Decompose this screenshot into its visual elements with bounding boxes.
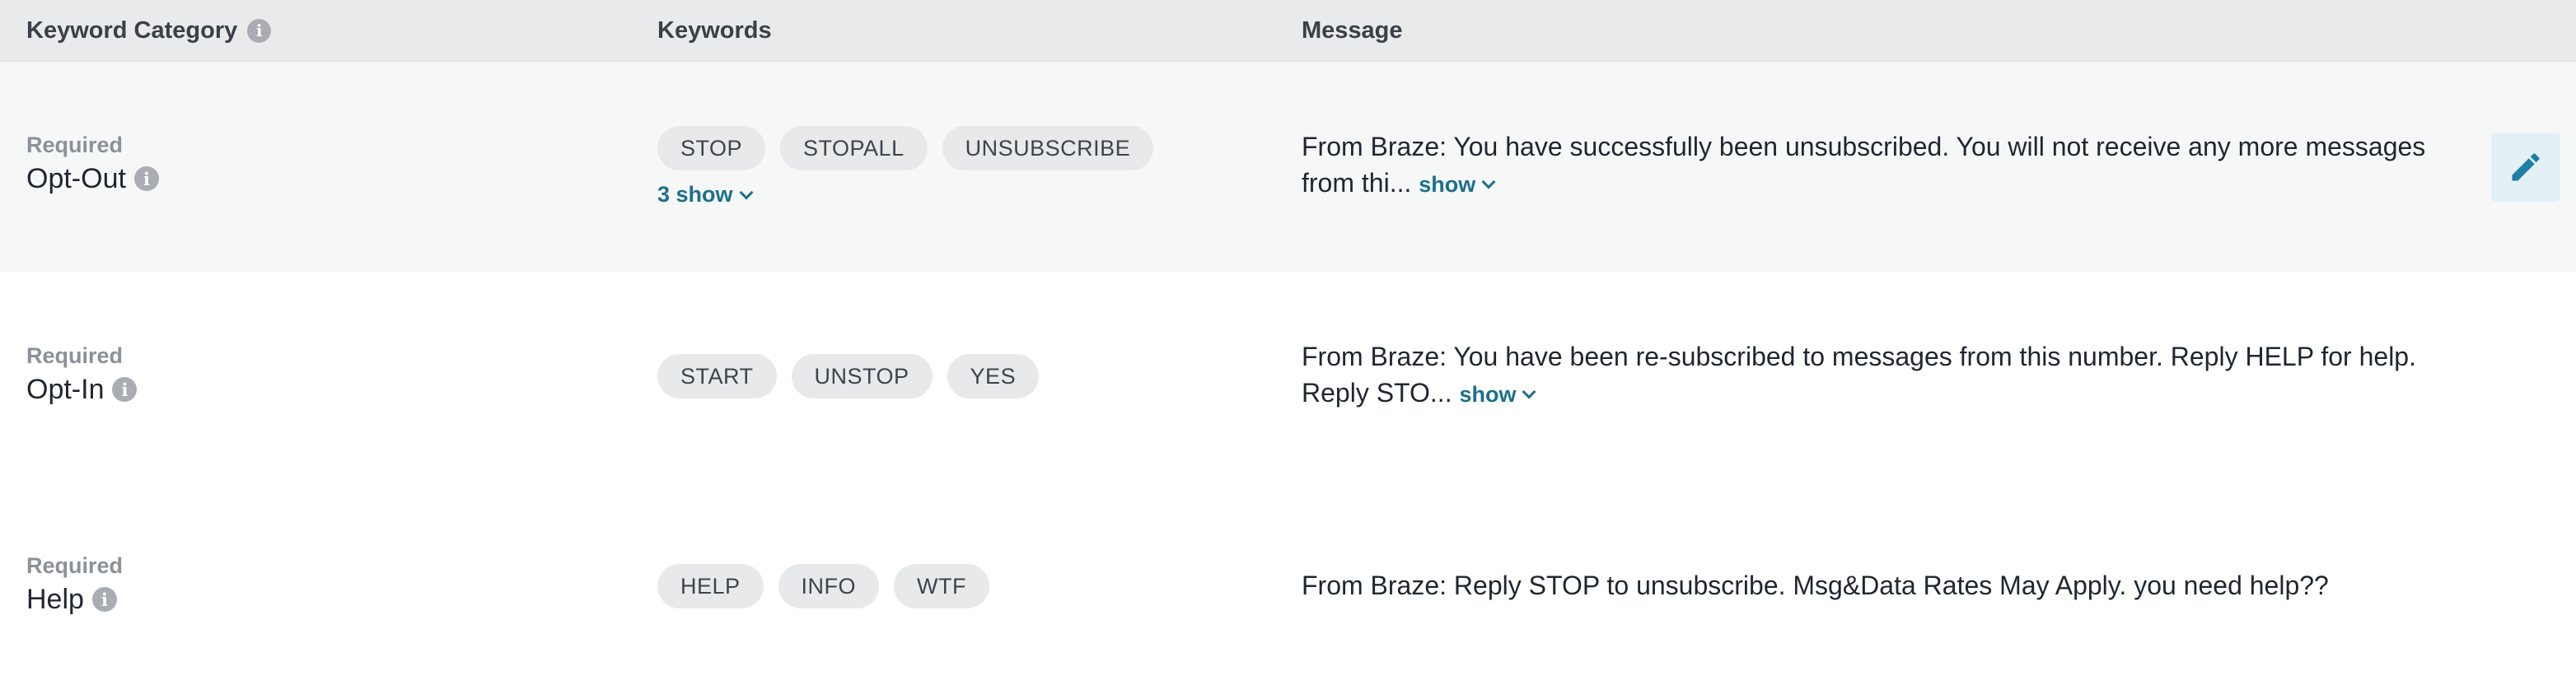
- message-cell: From Braze: You have been re-subscribed …: [1302, 338, 2455, 412]
- category-name-text: Help: [26, 584, 84, 615]
- header-message: Message: [1302, 17, 1403, 44]
- keyword-pills: START UNSTOP YES: [657, 354, 1040, 398]
- keyword-pill: YES: [947, 354, 1040, 398]
- keywords-cell: HELP INFO WTF: [657, 564, 990, 608]
- table-row-opt-out: Required Opt-Out i STOP STOPALL UNSUBSCR…: [0, 62, 2576, 272]
- keyword-pill: WTF: [894, 564, 990, 608]
- required-label: Required: [26, 133, 124, 157]
- keyword-pill: HELP: [657, 564, 764, 608]
- table-row-help: Required Help i HELP INFO WTF From Braze…: [0, 482, 2576, 692]
- keyword-pill: STOPALL: [780, 126, 928, 170]
- header-keyword-category-label: Keyword Category: [26, 17, 238, 44]
- message-show-more-link[interactable]: show: [1419, 166, 1496, 203]
- category-name: Help i: [26, 580, 123, 618]
- chevron-down-icon: [1522, 384, 1536, 399]
- message-text: From Braze: Reply STOP to unsubscribe. M…: [1302, 571, 2329, 600]
- keyword-pill: UNSTOP: [791, 354, 933, 398]
- required-label: Required: [26, 343, 124, 368]
- keywords-show-more-link[interactable]: 3 show: [657, 182, 754, 207]
- edit-button[interactable]: [2491, 133, 2560, 202]
- chevron-down-icon: [739, 185, 754, 199]
- message-show-label: show: [1419, 172, 1476, 197]
- category-cell: Required Opt-Out i: [26, 130, 159, 198]
- message-cell: From Braze: Reply STOP to unsubscribe. M…: [1302, 567, 2455, 603]
- category-cell: Required Help i: [26, 551, 123, 618]
- category-name-text: Opt-Out: [26, 163, 126, 194]
- info-icon[interactable]: i: [112, 377, 138, 402]
- category-name-text: Opt-In: [26, 374, 105, 405]
- keyword-pill: INFO: [778, 564, 880, 608]
- keyword-pill: START: [657, 354, 777, 398]
- keywords-show-more-label: 3 show: [657, 182, 733, 207]
- info-icon[interactable]: i: [247, 18, 272, 43]
- message-cell: From Braze: You have successfully been u…: [1302, 128, 2455, 203]
- pencil-icon: [2512, 153, 2540, 181]
- info-icon[interactable]: i: [91, 587, 117, 612]
- info-icon[interactable]: i: [133, 166, 159, 191]
- required-label: Required: [26, 553, 124, 578]
- category-cell: Required Opt-In i: [26, 341, 138, 408]
- keywords-cell: START UNSTOP YES: [657, 354, 1040, 398]
- keywords-cell: STOP STOPALL UNSUBSCRIBE 3 show: [657, 126, 1154, 207]
- keyword-pills: STOP STOPALL UNSUBSCRIBE: [657, 126, 1154, 170]
- message-show-more-link[interactable]: show: [1459, 376, 1536, 412]
- keyword-pill: UNSUBSCRIBE: [942, 126, 1154, 170]
- keyword-pills: HELP INFO WTF: [657, 564, 990, 608]
- keywords-table: Keyword Category i Keywords Message Requ…: [0, 0, 2576, 699]
- header-keywords: Keywords: [657, 17, 772, 44]
- header-keyword-category: Keyword Category i: [26, 0, 272, 61]
- category-name: Opt-Out i: [26, 160, 159, 198]
- keyword-pill: STOP: [657, 126, 766, 170]
- table-header: Keyword Category i Keywords Message: [0, 0, 2576, 62]
- category-name: Opt-In i: [26, 370, 138, 408]
- message-show-label: show: [1459, 382, 1517, 407]
- table-row-opt-in: Required Opt-In i START UNSTOP YES From …: [0, 272, 2576, 482]
- chevron-down-icon: [1481, 175, 1496, 189]
